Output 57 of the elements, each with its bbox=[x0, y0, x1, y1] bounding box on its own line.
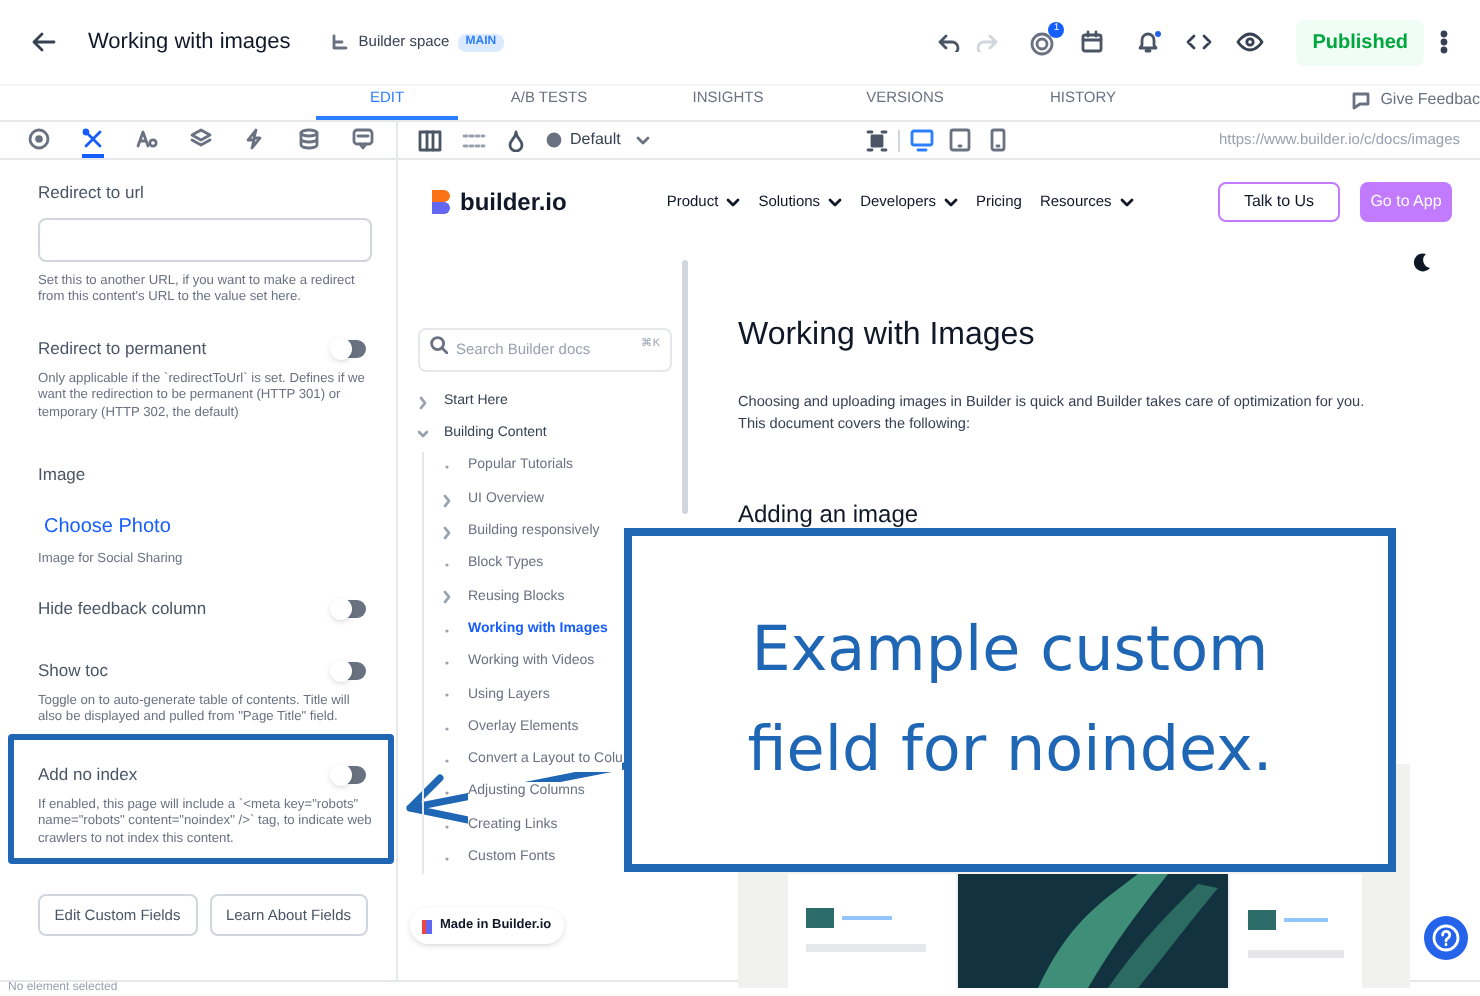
field-label: Image bbox=[38, 462, 86, 488]
target-icon[interactable] bbox=[1030, 29, 1057, 55]
field-label: Redirect to url bbox=[38, 180, 144, 206]
phone-icon[interactable] bbox=[986, 128, 1011, 152]
tablet-icon[interactable] bbox=[948, 128, 973, 152]
chevron-right-icon[interactable] bbox=[442, 525, 452, 540]
article-title: Working with Images bbox=[738, 316, 1037, 356]
logo-icon bbox=[422, 919, 432, 934]
toggle-switch[interactable] bbox=[332, 661, 366, 680]
bell-icon[interactable] bbox=[1136, 30, 1163, 54]
page-title: Working with images bbox=[88, 27, 291, 58]
spacing-icon[interactable] bbox=[462, 129, 486, 151]
field-label: Add no index bbox=[38, 761, 138, 787]
search-icon bbox=[430, 336, 448, 354]
chevron-right-icon[interactable] bbox=[442, 493, 452, 508]
undo-icon[interactable] bbox=[938, 32, 961, 52]
database-icon[interactable] bbox=[298, 127, 320, 149]
choose-photo-link[interactable]: Choose Photo bbox=[44, 511, 171, 542]
select-icon[interactable] bbox=[866, 129, 889, 151]
branch-icon bbox=[330, 32, 351, 52]
caret-icon bbox=[636, 135, 651, 145]
article-heading: Adding an image bbox=[738, 500, 921, 528]
columns-icon[interactable] bbox=[418, 129, 442, 151]
add-icon[interactable] bbox=[28, 127, 50, 149]
toggle-switch[interactable] bbox=[332, 339, 366, 358]
back-icon[interactable] bbox=[32, 30, 56, 54]
app-button[interactable]: Go to App bbox=[1360, 182, 1452, 222]
comment-icon[interactable] bbox=[352, 127, 374, 149]
moon-icon[interactable] bbox=[1412, 252, 1432, 272]
toggle-switch[interactable] bbox=[332, 600, 366, 619]
preview-icon[interactable] bbox=[1236, 32, 1265, 52]
breakpoint-dropdown[interactable]: Default bbox=[546, 128, 651, 152]
drop-icon[interactable] bbox=[506, 129, 526, 151]
layers-icon[interactable] bbox=[190, 127, 212, 149]
help-icon[interactable] bbox=[1424, 916, 1468, 960]
tools-icon[interactable] bbox=[82, 127, 104, 149]
feedback-link[interactable]: Give Feedbac bbox=[1380, 88, 1480, 112]
field-label: Show toc bbox=[38, 658, 108, 684]
chevron-right-icon[interactable] bbox=[418, 395, 428, 410]
feedback-icon[interactable] bbox=[1350, 90, 1373, 110]
toggle-switch[interactable] bbox=[332, 765, 366, 784]
logo-text[interactable]: builder.io bbox=[460, 184, 567, 220]
code-icon[interactable] bbox=[1186, 32, 1213, 52]
desktop-icon[interactable] bbox=[910, 128, 935, 152]
callout-text: Example custom field for noindex. bbox=[745, 612, 1275, 790]
logo-icon[interactable] bbox=[430, 188, 454, 216]
more-icon[interactable] bbox=[1440, 30, 1448, 54]
published-button[interactable]: Published bbox=[1296, 19, 1424, 65]
text-input[interactable] bbox=[38, 217, 372, 262]
field-label: Hide feedback column bbox=[38, 596, 207, 622]
calendar-icon[interactable] bbox=[1080, 30, 1105, 54]
chevron-right-icon[interactable] bbox=[442, 590, 452, 605]
chevron-down-icon[interactable] bbox=[418, 427, 428, 442]
talk-button[interactable]: Talk to Us bbox=[1218, 182, 1340, 222]
field-label: Redirect to permanent bbox=[38, 335, 207, 361]
text-style-icon[interactable] bbox=[136, 127, 158, 149]
bolt-icon[interactable] bbox=[244, 127, 266, 149]
